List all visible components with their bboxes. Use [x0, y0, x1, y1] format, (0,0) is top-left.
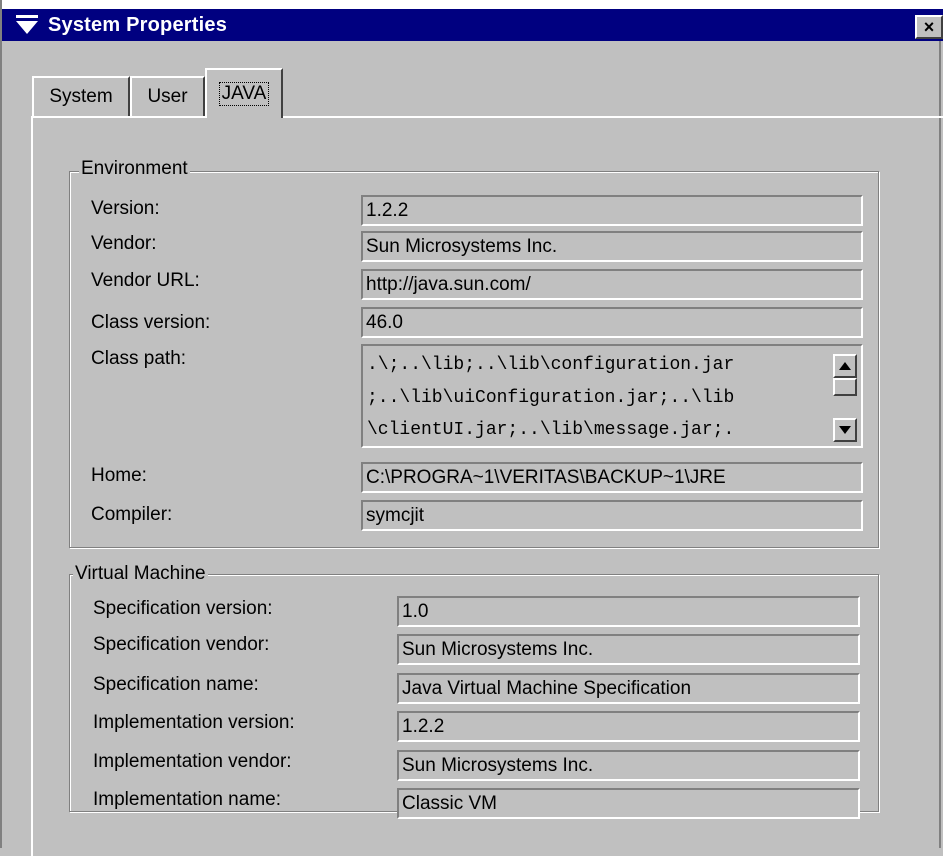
home-field: C:\PROGRA~1\VERITAS\BACKUP~1\JRE — [361, 462, 863, 493]
spec-name-field: Java Virtual Machine Specification — [397, 673, 860, 704]
impl-name-field: Classic VM — [397, 788, 860, 819]
spec-name-label: Specification name: — [93, 674, 259, 695]
environment-group-label: Environment — [79, 158, 190, 180]
spec-vendor-label: Specification vendor: — [93, 634, 270, 655]
tab-user[interactable]: User — [130, 76, 205, 116]
scrollbar-thumb[interactable] — [833, 378, 857, 396]
class-path-line: .\;..\lib;..\lib\configuration.jar — [367, 355, 735, 375]
close-button[interactable]: × — [915, 15, 943, 39]
compiler-field: symcjit — [361, 500, 863, 531]
impl-name-label: Implementation name: — [93, 789, 281, 810]
class-path-line: \clientUI.jar;..\lib\message.jar;. — [367, 420, 735, 440]
scroll-down-button[interactable] — [833, 418, 857, 442]
vendor-field: Sun Microsystems Inc. — [361, 231, 863, 262]
version-label: Version: — [91, 198, 160, 219]
impl-version-field: 1.2.2 — [397, 711, 860, 742]
spec-vendor-field: Sun Microsystems Inc. — [397, 634, 860, 665]
tab-system[interactable]: System — [32, 76, 130, 116]
class-path-line: ;..\lib\uiConfiguration.jar;..\lib — [367, 388, 735, 408]
spec-version-field: 1.0 — [397, 596, 860, 627]
scroll-up-button[interactable] — [833, 354, 857, 378]
vendor-url-label: Vendor URL: — [91, 270, 200, 291]
virtual-machine-group-label: Virtual Machine — [73, 563, 208, 585]
class-version-label: Class version: — [91, 312, 211, 333]
impl-vendor-field: Sun Microsystems Inc. — [397, 750, 860, 781]
vendor-url-field: http://java.sun.com/ — [361, 269, 863, 300]
class-path-label: Class path: — [91, 348, 187, 369]
vendor-label: Vendor: — [91, 233, 157, 254]
scroll-down-icon — [839, 426, 851, 434]
close-icon: × — [923, 16, 935, 37]
compiler-label: Compiler: — [91, 504, 173, 525]
home-label: Home: — [91, 465, 147, 486]
window-menu-icon[interactable] — [15, 13, 39, 35]
impl-vendor-label: Implementation vendor: — [93, 751, 292, 772]
impl-version-label: Implementation version: — [93, 712, 295, 733]
title-bar[interactable]: System Properties × — [2, 0, 943, 41]
class-path-textarea[interactable]: .\;..\lib;..\lib\configuration.jar ;..\l… — [361, 344, 863, 448]
window-title: System Properties — [48, 14, 228, 36]
system-properties-window: System Properties × System User JAVA Env… — [0, 0, 943, 856]
version-field: 1.2.2 — [361, 195, 863, 226]
spec-version-label: Specification version: — [93, 598, 273, 619]
scroll-up-icon — [839, 362, 851, 370]
tab-java[interactable]: JAVA — [205, 68, 283, 118]
class-version-field: 46.0 — [361, 307, 863, 338]
